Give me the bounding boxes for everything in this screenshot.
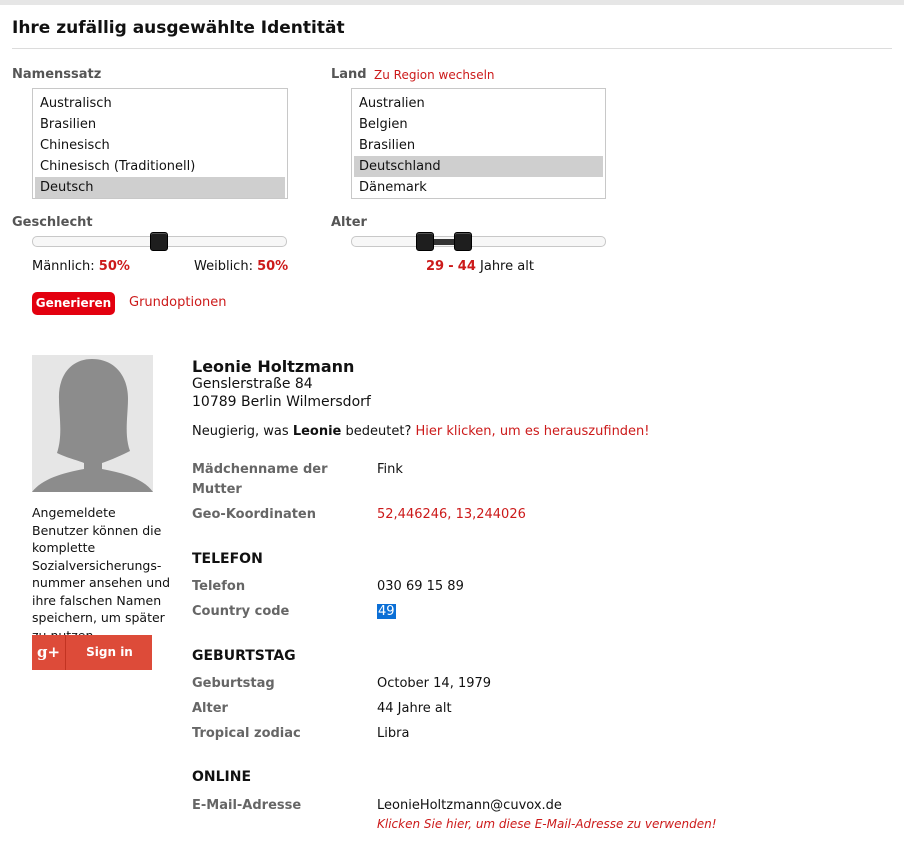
- title-divider: [12, 48, 892, 49]
- age-max: 44: [457, 259, 476, 274]
- person-silhouette-icon: [32, 355, 153, 492]
- birthday-label: Geburtstag: [192, 676, 275, 691]
- country-code-selected-text: 49: [377, 604, 396, 619]
- google-signin-label: Sign in: [86, 645, 133, 659]
- top-border: [0, 0, 904, 5]
- country-option-selected[interactable]: Deutschland: [354, 156, 603, 177]
- gender-male-text: Männlich: 50%: [32, 259, 130, 274]
- name-meaning-prefix: Neugierig, was: [192, 424, 293, 439]
- avatar: [32, 355, 153, 492]
- age-min: 29: [426, 259, 445, 274]
- email-label: E-Mail-Adresse: [192, 798, 302, 813]
- phone-heading: TELEFON: [192, 551, 263, 567]
- geo-coordinates-link[interactable]: 52,446246, 13,244026: [377, 505, 526, 525]
- age-slider-track[interactable]: [351, 236, 606, 247]
- birthday-value: October 14, 1979: [377, 676, 492, 691]
- identity-name: Leonie Holtzmann: [192, 357, 355, 376]
- name-meaning-link[interactable]: Hier klicken, um es herauszufinden!: [415, 424, 649, 439]
- female-label: Weiblich:: [194, 259, 253, 274]
- nameset-option[interactable]: Australisch: [35, 93, 285, 114]
- country-option[interactable]: Belgien: [354, 114, 603, 135]
- mother-maiden-value: Fink: [377, 462, 403, 477]
- login-info-text: Angemeldete Benutzer können die komplett…: [32, 505, 171, 643]
- google-signin-button[interactable]: g+ Sign in: [32, 635, 152, 670]
- zodiac-value: Libra: [377, 726, 410, 741]
- age-range-text: 29 - 44 Jahre alt: [426, 259, 534, 274]
- switch-region-link[interactable]: Zu Region wechseln: [374, 68, 495, 82]
- country-option[interactable]: Dänemark: [354, 177, 603, 198]
- age-detail-value: 44 Jahre alt: [377, 701, 452, 716]
- country-code-label: Country code: [192, 604, 290, 619]
- country-option[interactable]: Australien: [354, 93, 603, 114]
- male-percent: 50%: [98, 259, 130, 274]
- google-plus-icon: g+: [32, 635, 66, 670]
- nameset-label: Namenssatz: [12, 67, 102, 82]
- gender-female-text: Weiblich: 50%: [194, 259, 288, 274]
- birthday-heading: GEBURTSTAG: [192, 648, 296, 664]
- age-min-handle[interactable]: [416, 232, 434, 251]
- address-city: 10789 Berlin Wilmersdorf: [192, 394, 371, 410]
- age-suffix: Jahre alt: [480, 259, 534, 274]
- age-max-handle[interactable]: [454, 232, 472, 251]
- female-percent: 50%: [257, 259, 289, 274]
- nameset-option-selected[interactable]: Deutsch: [35, 177, 285, 198]
- country-label: Land: [331, 67, 367, 82]
- page-title: Ihre zufällig ausgewählte Identität: [12, 18, 345, 38]
- geo-label: Geo-Koordinaten: [192, 507, 317, 522]
- nameset-option[interactable]: Brasilien: [35, 114, 285, 135]
- age-separator: -: [448, 259, 454, 274]
- gender-slider-handle[interactable]: [150, 232, 168, 251]
- address-street: Genslerstraße 84: [192, 376, 313, 392]
- nameset-listbox[interactable]: Australisch Brasilien Chinesisch Chinesi…: [32, 88, 288, 199]
- country-listbox[interactable]: Australien Belgien Brasilien Deutschland…: [351, 88, 606, 199]
- age-slider-range: [432, 239, 456, 245]
- mother-maiden-label: Mädchenname der Mutter: [192, 462, 328, 497]
- age-detail-label: Alter: [192, 701, 228, 716]
- age-label: Alter: [331, 215, 367, 230]
- online-heading: ONLINE: [192, 769, 252, 785]
- name-meaning-line: Neugierig, was Leonie bedeutet? Hier kli…: [192, 424, 650, 439]
- use-email-link[interactable]: Klicken Sie hier, um diese E-Mail-Adress…: [377, 817, 717, 831]
- country-code-value: 49: [377, 602, 396, 622]
- name-meaning-name: Leonie: [292, 424, 342, 439]
- nameset-option[interactable]: Chinesisch: [35, 135, 285, 156]
- phone-label: Telefon: [192, 579, 246, 594]
- phone-value: 030 69 15 89: [377, 579, 464, 594]
- basic-options-link[interactable]: Grundoptionen: [129, 295, 227, 310]
- gender-label: Geschlecht: [12, 215, 93, 230]
- zodiac-label: Tropical zodiac: [192, 726, 301, 741]
- nameset-option[interactable]: Chinesisch (Traditionell): [35, 156, 285, 177]
- name-meaning-suffix: bedeutet?: [341, 424, 416, 439]
- email-value: LeonieHoltzmann@cuvox.de: [377, 798, 562, 813]
- generate-button[interactable]: Generieren: [32, 292, 115, 315]
- country-option[interactable]: Brasilien: [354, 135, 603, 156]
- male-label: Männlich:: [32, 259, 95, 274]
